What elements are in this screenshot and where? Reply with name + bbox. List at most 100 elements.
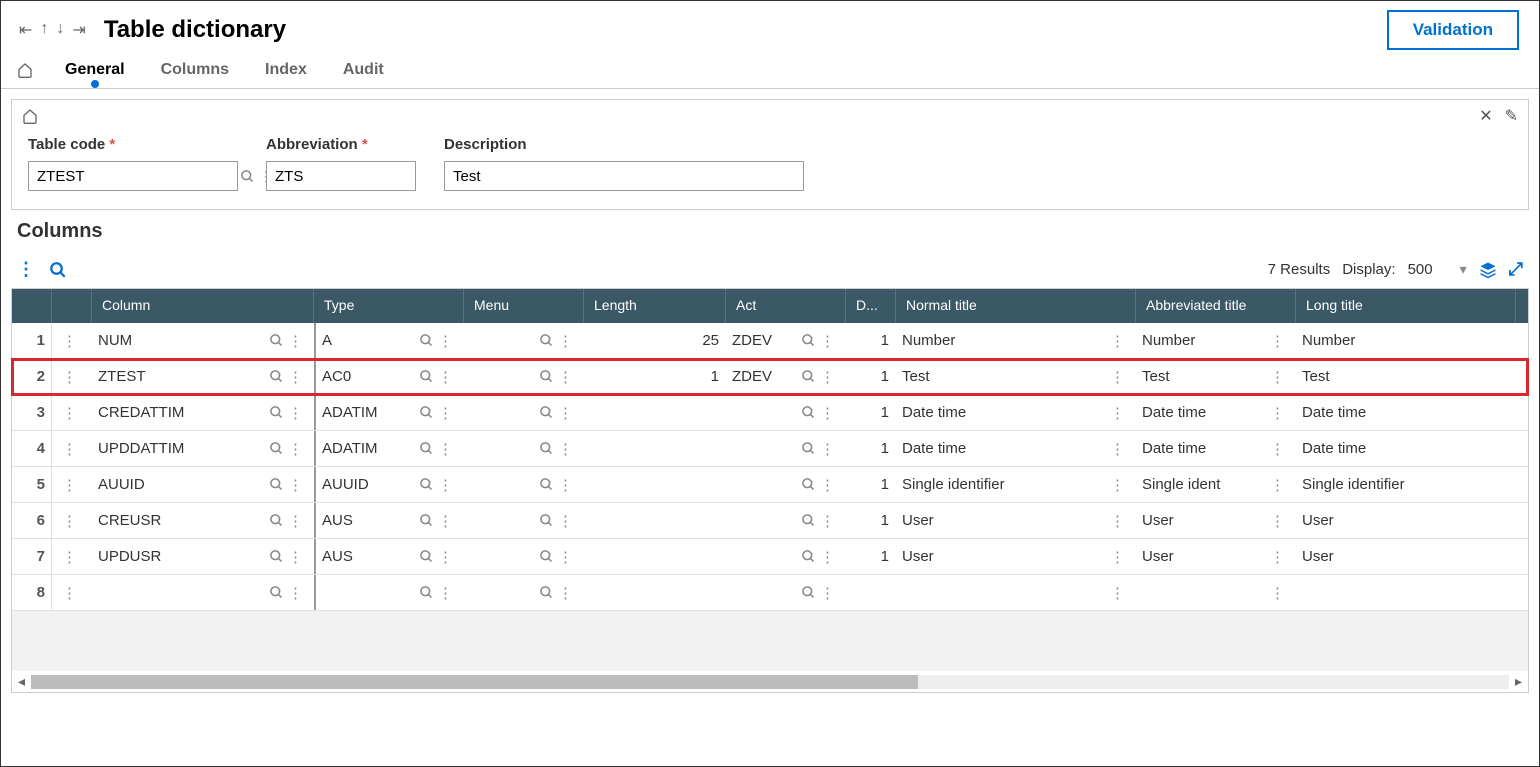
more-icon[interactable]: ⋮: [1110, 440, 1125, 458]
layers-icon[interactable]: [1479, 261, 1497, 279]
cell-abbr-title[interactable]: Single ident: [1142, 476, 1266, 493]
header-menu[interactable]: Menu: [464, 289, 584, 323]
more-icon[interactable]: ⋮: [1110, 548, 1125, 566]
cell-d[interactable]: 1: [881, 512, 889, 529]
table-row[interactable]: 6⋮CREUSR⋮AUS⋮⋮⋮1User⋮User⋮User: [12, 503, 1528, 539]
more-icon[interactable]: ⋮: [1270, 332, 1285, 350]
more-icon[interactable]: ⋮: [438, 584, 453, 602]
cell-long-title[interactable]: Single identifier: [1302, 476, 1509, 493]
more-icon[interactable]: ⋮: [1110, 512, 1125, 530]
more-icon[interactable]: ⋮: [820, 368, 835, 386]
cell-normal-title[interactable]: Date time: [902, 404, 1106, 421]
search-icon[interactable]: [269, 549, 284, 564]
cell-d[interactable]: 1: [881, 332, 889, 349]
cell-d[interactable]: 1: [881, 368, 889, 385]
cell-normal-title[interactable]: Date time: [902, 440, 1106, 457]
row-menu-icon[interactable]: ⋮: [62, 512, 77, 530]
cell-long-title[interactable]: User: [1302, 548, 1509, 565]
more-icon[interactable]: ⋮: [1270, 404, 1285, 422]
row-menu-icon[interactable]: ⋮: [62, 548, 77, 566]
row-menu-icon[interactable]: ⋮: [62, 440, 77, 458]
table-code-input[interactable]: [37, 168, 236, 185]
more-icon[interactable]: ⋮: [558, 404, 573, 422]
search-icon[interactable]: [419, 405, 434, 420]
cell-column[interactable]: UPDDATTIM: [98, 440, 269, 457]
cell-normal-title[interactable]: Single identifier: [902, 476, 1106, 493]
more-icon[interactable]: ⋮: [1110, 368, 1125, 386]
more-icon[interactable]: ⋮: [438, 368, 453, 386]
more-icon[interactable]: ⋮: [558, 440, 573, 458]
edit-icon[interactable]: ✎: [1505, 106, 1518, 126]
more-icon[interactable]: ⋮: [1110, 332, 1125, 350]
search-icon[interactable]: [539, 333, 554, 348]
more-icon[interactable]: ⋮: [1270, 512, 1285, 530]
cell-abbr-title[interactable]: Number: [1142, 332, 1266, 349]
cell-d[interactable]: 1: [881, 548, 889, 565]
more-icon[interactable]: ⋮: [438, 404, 453, 422]
search-icon[interactable]: [801, 405, 816, 420]
cell-type[interactable]: ADATIM: [322, 440, 419, 457]
more-icon[interactable]: ⋮: [820, 476, 835, 494]
header-d[interactable]: D...: [846, 289, 896, 323]
cell-column[interactable]: ZTEST: [98, 368, 269, 385]
search-icon[interactable]: [240, 169, 255, 184]
search-icon[interactable]: [419, 369, 434, 384]
search-icon[interactable]: [539, 405, 554, 420]
cell-normal-title[interactable]: User: [902, 512, 1106, 529]
more-icon[interactable]: ⋮: [438, 332, 453, 350]
cell-column[interactable]: AUUID: [98, 476, 269, 493]
table-row[interactable]: 1⋮NUM⋮A⋮⋮25ZDEV⋮1Number⋮Number⋮Number: [12, 323, 1528, 359]
more-icon[interactable]: ⋮: [1110, 476, 1125, 494]
tab-audit[interactable]: Audit: [339, 53, 388, 87]
search-icon[interactable]: [269, 477, 284, 492]
table-row[interactable]: 2⋮ZTEST⋮AC0⋮⋮1ZDEV⋮1Test⋮Test⋮Test: [12, 359, 1528, 395]
more-icon[interactable]: ⋮: [1270, 476, 1285, 494]
more-icon[interactable]: ⋮: [1270, 440, 1285, 458]
tab-general[interactable]: General: [61, 53, 129, 87]
cell-type[interactable]: AC0: [322, 368, 419, 385]
more-icon[interactable]: ⋮: [820, 548, 835, 566]
more-icon[interactable]: ⋮: [558, 476, 573, 494]
description-input[interactable]: [453, 168, 799, 185]
cell-type[interactable]: AUS: [322, 512, 419, 529]
cell-abbr-title[interactable]: Date time: [1142, 440, 1266, 457]
more-icon[interactable]: ⋮: [558, 368, 573, 386]
header-type[interactable]: Type: [314, 289, 464, 323]
search-icon[interactable]: [801, 549, 816, 564]
cell-abbr-title[interactable]: User: [1142, 512, 1266, 529]
cell-act[interactable]: ZDEV: [732, 332, 801, 349]
search-icon[interactable]: [419, 441, 434, 456]
cell-type[interactable]: AUS: [322, 548, 419, 565]
search-icon[interactable]: [801, 513, 816, 528]
search-icon[interactable]: [269, 333, 284, 348]
table-row[interactable]: 7⋮UPDUSR⋮AUS⋮⋮⋮1User⋮User⋮User: [12, 539, 1528, 575]
more-icon[interactable]: ⋮: [820, 332, 835, 350]
header-abbr-title[interactable]: Abbreviated title: [1136, 289, 1296, 323]
more-icon[interactable]: ⋮: [558, 512, 573, 530]
cell-normal-title[interactable]: Test: [902, 368, 1106, 385]
search-icon[interactable]: [801, 369, 816, 384]
more-icon[interactable]: ⋮: [820, 512, 835, 530]
search-icon[interactable]: [419, 549, 434, 564]
header-act[interactable]: Act: [726, 289, 846, 323]
row-menu-icon[interactable]: ⋮: [62, 476, 77, 494]
cell-column[interactable]: CREDATTIM: [98, 404, 269, 421]
more-icon[interactable]: ⋮: [288, 368, 303, 386]
tab-index[interactable]: Index: [261, 53, 311, 87]
cell-length[interactable]: 25: [702, 332, 719, 349]
search-icon[interactable]: [539, 477, 554, 492]
more-icon[interactable]: ⋮: [288, 332, 303, 350]
search-icon[interactable]: [419, 333, 434, 348]
more-icon[interactable]: ⋮: [438, 440, 453, 458]
header-normal-title[interactable]: Normal title: [896, 289, 1136, 323]
scroll-right-icon[interactable]: ▸: [1515, 673, 1522, 690]
more-icon[interactable]: ⋮: [288, 584, 303, 602]
cell-long-title[interactable]: User: [1302, 512, 1509, 529]
more-icon[interactable]: ⋮: [438, 476, 453, 494]
search-icon[interactable]: [269, 585, 284, 600]
search-icon[interactable]: [539, 549, 554, 564]
search-icon[interactable]: [801, 441, 816, 456]
cell-type[interactable]: A: [322, 332, 419, 349]
search-icon[interactable]: [539, 441, 554, 456]
search-icon[interactable]: [801, 333, 816, 348]
